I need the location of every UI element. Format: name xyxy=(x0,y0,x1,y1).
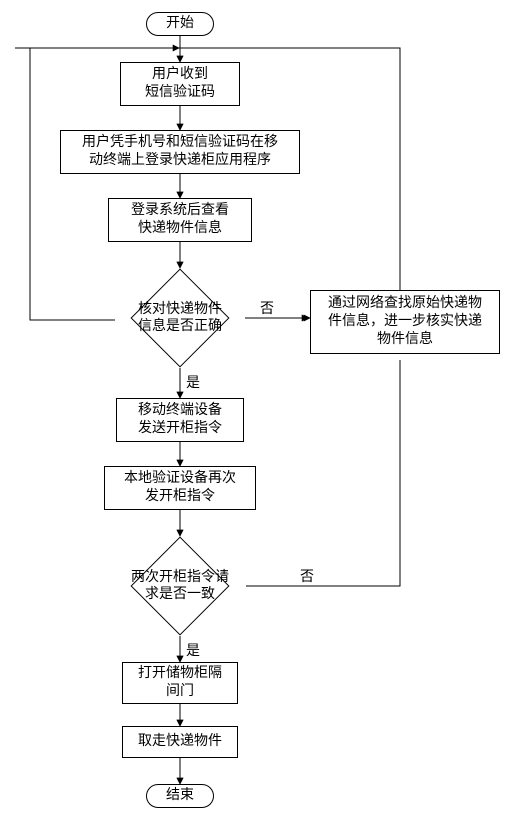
process-take-parcel: 取走快递物件 xyxy=(122,726,238,758)
start-label: 开始 xyxy=(166,15,194,33)
edge-label-d2-no: 否 xyxy=(300,566,314,586)
start-terminator: 开始 xyxy=(146,12,214,36)
process-view-info-label: 登录系统后查看 快递物件信息 xyxy=(131,202,229,238)
process-open-door-label: 打开储物柜隔 间门 xyxy=(138,665,222,701)
flowchart-canvas: 开始 用户收到 短信验证码 用户凭手机号和短信验证码在移 动终端上登录快递柜应用… xyxy=(0,0,519,824)
decision-verify-info-label: 核对快递物件 信息是否正确 xyxy=(138,301,222,336)
process-network-lookup-label: 通过网络查找原始快递物 件信息，进一步核实快递 物件信息 xyxy=(328,295,482,350)
process-view-info: 登录系统后查看 快递物件信息 xyxy=(108,198,252,242)
end-label: 结束 xyxy=(166,787,194,805)
process-take-parcel-label: 取走快递物件 xyxy=(138,733,222,751)
process-local-verify: 本地验证设备再次 发开柜指令 xyxy=(104,466,256,510)
process-mobile-send: 移动终端设备 发送开柜指令 xyxy=(116,398,244,442)
process-open-door: 打开储物柜隔 间门 xyxy=(122,662,238,704)
process-receive-sms: 用户收到 短信验证码 xyxy=(120,62,240,106)
process-login: 用户凭手机号和短信验证码在移 动终端上登录快递柜应用程序 xyxy=(60,130,300,174)
process-local-verify-label: 本地验证设备再次 发开柜指令 xyxy=(124,470,236,506)
process-receive-sms-label: 用户收到 短信验证码 xyxy=(145,66,215,102)
process-network-lookup: 通过网络查找原始快递物 件信息，进一步核实快递 物件信息 xyxy=(310,290,500,354)
flow-connectors-main xyxy=(0,0,519,824)
decision-verify-info: 核对快递物件 信息是否正确 xyxy=(110,268,250,368)
edge-label-d2-yes: 是 xyxy=(186,640,200,660)
end-terminator: 结束 xyxy=(146,784,214,808)
decision-commands-match-label: 两次开柜指令请 求是否一致 xyxy=(131,569,229,604)
process-mobile-send-label: 移动终端设备 发送开柜指令 xyxy=(138,402,222,438)
edge-label-d1-yes: 是 xyxy=(186,372,200,392)
flow-connectors xyxy=(0,0,519,824)
process-login-label: 用户凭手机号和短信验证码在移 动终端上登录快递柜应用程序 xyxy=(82,134,278,170)
flow-connectors-final xyxy=(0,0,519,824)
edge-label-d1-no: 否 xyxy=(260,298,274,318)
decision-commands-match: 两次开柜指令请 求是否一致 xyxy=(110,536,250,636)
